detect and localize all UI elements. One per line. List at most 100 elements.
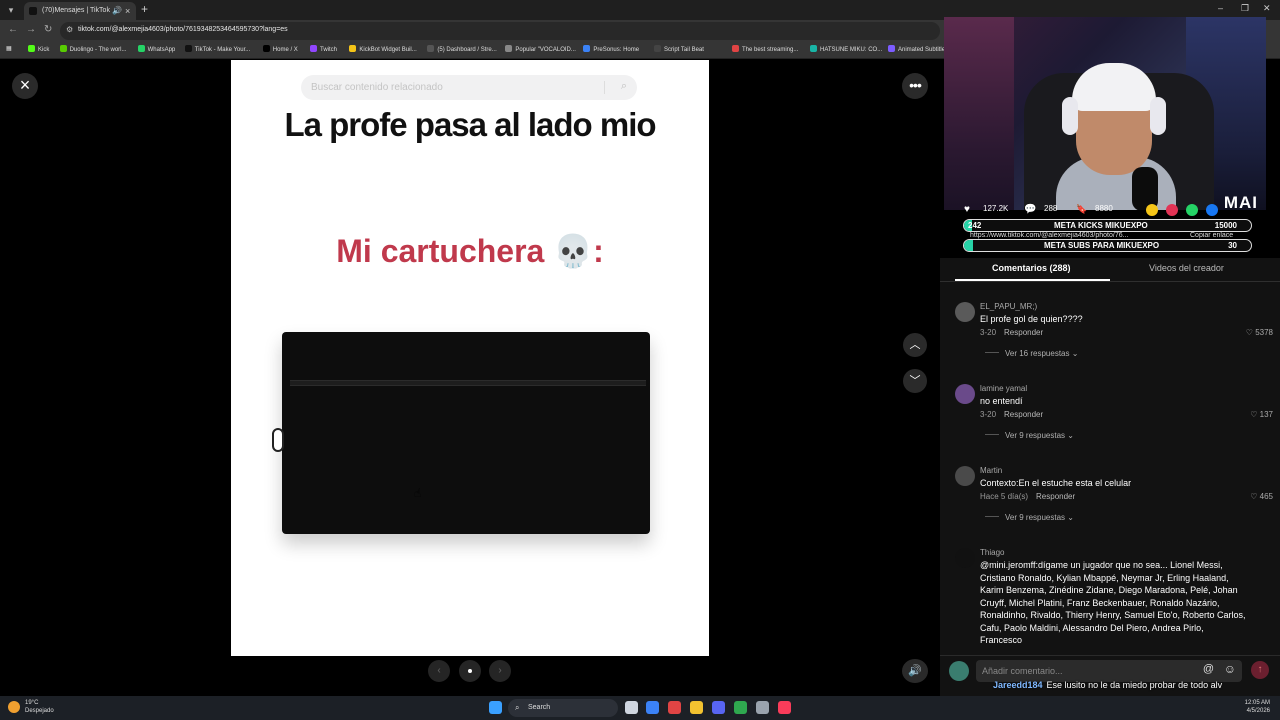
tab-creator-videos[interactable]: Videos del creador — [1149, 263, 1224, 273]
bookmark-favicon-icon — [888, 45, 895, 52]
bookmark-favicon-icon — [137, 45, 145, 52]
facebook-icon[interactable] — [1206, 204, 1218, 216]
bookmark-item[interactable]: KickBot Widget Buil... — [349, 45, 417, 53]
comment-text: no entendí — [980, 396, 1023, 406]
bookmark-item[interactable]: Home / X — [262, 45, 298, 53]
previous-slide-button[interactable]: ‹ — [428, 660, 450, 682]
share-send-icon[interactable] — [1166, 204, 1178, 216]
comment-like-button[interactable]: ♡ 465 — [1250, 492, 1273, 501]
system-clock[interactable]: 12:05 AM 4/5/2026 — [1238, 699, 1270, 715]
minimize-icon[interactable]: – — [1218, 3, 1223, 13]
photo-slide[interactable]: Buscar contenido relacionado ⌕ La profe … — [231, 60, 709, 656]
start-menu-icon[interactable] — [489, 701, 502, 714]
tab-comments[interactable]: Comentarios (288) — [992, 263, 1071, 273]
forward-icon[interactable]: → — [26, 24, 36, 35]
bookmark-item[interactable]: WhatsApp — [137, 45, 175, 53]
commenter-avatar[interactable] — [955, 384, 975, 404]
bookmark-label: KickBot Widget Buil... — [359, 47, 417, 53]
copy-link-button[interactable]: Copiar enlace — [1190, 232, 1233, 239]
likes-count: 127.2K — [983, 204, 1009, 213]
bookmark-favicon-icon — [583, 45, 591, 52]
next-post-button[interactable]: ﹀ — [903, 369, 927, 393]
bookmark-item[interactable]: Duolingo - The worl... — [59, 45, 127, 53]
reply-button[interactable]: Responder — [1004, 328, 1043, 337]
close-viewer-button[interactable]: × — [12, 73, 38, 99]
view-replies-button[interactable]: Ver 9 respuestas ⌄ — [985, 431, 1074, 440]
back-icon[interactable]: ← — [8, 24, 18, 35]
search-icon[interactable]: ⌕ — [621, 80, 627, 93]
search-placeholder: Buscar contenido relacionado — [311, 82, 443, 93]
comment-like-button[interactable]: ♡ 137 — [1250, 410, 1273, 419]
commenter-name[interactable]: lamine yamal — [980, 384, 1027, 393]
zipper-pull — [272, 428, 284, 452]
comment-like-button[interactable]: ♡ 5378 — [1246, 328, 1273, 337]
view-replies-button[interactable]: Ver 9 respuestas ⌄ — [985, 513, 1074, 522]
more-options-button[interactable]: ••• — [902, 73, 928, 99]
tab-close-icon[interactable]: × — [125, 2, 130, 20]
chevron-down-icon: ⌄ — [1065, 431, 1074, 440]
next-slide-button[interactable]: › — [489, 660, 511, 682]
site-info-icon[interactable]: ⚙ — [66, 25, 73, 34]
goal-subs-fill — [964, 240, 973, 251]
goal-subs-label: META SUBS PARA MIKUEXPO — [1044, 241, 1160, 250]
app-icon-1[interactable] — [646, 701, 659, 714]
tiktok-favicon-icon — [29, 7, 37, 15]
music-app-icon[interactable] — [778, 701, 791, 714]
view-replies-button[interactable]: Ver 16 respuestas ⌄ — [985, 349, 1078, 358]
bookmark-icon[interactable]: 🔖 — [1076, 204, 1087, 215]
commenter-avatar[interactable] — [955, 466, 975, 486]
related-search-input[interactable]: Buscar contenido relacionado ⌕ — [301, 75, 637, 100]
bookmark-item[interactable]: (5) Dashboard / Stre... — [427, 45, 497, 53]
speaker-icon[interactable]: 🔊 — [112, 2, 122, 20]
emoji-icon[interactable]: ☺ — [1224, 662, 1236, 676]
bookmark-favicon-icon — [732, 45, 739, 52]
whatsapp-icon[interactable] — [1186, 204, 1198, 216]
reply-button[interactable]: Responder — [1004, 410, 1043, 419]
skull-emoji-icon: 💀 — [553, 233, 594, 269]
maximize-icon[interactable]: ❐ — [1241, 3, 1249, 14]
bookmark-item[interactable]: TikTok - Make Your... — [184, 45, 250, 53]
bookmark-item[interactable]: Kick — [28, 45, 49, 53]
mention-icon[interactable]: @ — [1203, 663, 1214, 675]
bookmark-item[interactable]: Twitch — [310, 45, 337, 53]
tab-search-dropdown-icon[interactable]: ▾ — [4, 3, 18, 17]
heart-icon[interactable]: ♥ — [964, 204, 970, 215]
slide-indicator — [459, 660, 481, 682]
settings-icon[interactable] — [756, 701, 769, 714]
send-comment-button[interactable]: ↑ — [1251, 661, 1269, 679]
comment-meta: 3-20 Responder — [980, 328, 1043, 337]
commenter-avatar[interactable] — [955, 302, 975, 322]
url-field[interactable]: ⚙ tiktok.com/@alexmejia4603/photo/761934… — [60, 22, 940, 40]
app-icon-2[interactable] — [668, 701, 681, 714]
comment-icon[interactable]: 💬 — [1024, 204, 1036, 215]
chrome-icon[interactable] — [734, 701, 747, 714]
bookmark-item[interactable]: PreSonus: Home — [583, 45, 639, 53]
weather-widget[interactable]: 19°C Despejado — [8, 699, 54, 715]
commenter-name[interactable]: Thiago — [980, 548, 1004, 557]
reply-button[interactable]: Responder — [1036, 492, 1075, 501]
file-explorer-icon[interactable] — [690, 701, 703, 714]
reload-icon[interactable]: ↻ — [44, 24, 52, 35]
previous-post-button[interactable]: ︿ — [903, 333, 927, 357]
discord-icon[interactable] — [712, 701, 725, 714]
bookmark-item[interactable]: HATSUNE MIKU: CO... — [810, 45, 882, 53]
bookmark-item[interactable]: Script Tail Beat — [654, 45, 704, 53]
bookmark-item[interactable]: Popular "VOCALOID... — [505, 45, 576, 53]
new-tab-button[interactable]: + — [141, 2, 148, 16]
commenter-avatar[interactable] — [955, 548, 975, 568]
volume-button[interactable]: 🔊 — [902, 659, 928, 683]
bookmark-favicon-icon — [310, 45, 317, 52]
task-view-icon[interactable] — [625, 701, 638, 714]
bookmark-item[interactable]: The best streaming... — [732, 45, 798, 53]
comment-text: @mini.jeromff:dígame un jugador que no s… — [980, 560, 1246, 645]
browser-tab[interactable]: (70)Mensajes | TikTok 🔊 × — [24, 2, 136, 20]
taskbar-search[interactable]: ⌕ Search — [508, 699, 618, 717]
commenter-name[interactable]: EL_PAPU_MR;) — [980, 302, 1037, 311]
commenter-name[interactable]: Martin — [980, 466, 1002, 475]
bookmark-label: Twitch — [320, 47, 338, 53]
share-embed-icon[interactable] — [1146, 204, 1158, 216]
apps-icon[interactable]: ▦ — [6, 45, 12, 52]
caption-text: Mi cartuchera — [336, 233, 545, 269]
view-replies-label: Ver 9 respuestas — [1005, 513, 1066, 522]
window-close-icon[interactable]: ✕ — [1263, 3, 1271, 14]
